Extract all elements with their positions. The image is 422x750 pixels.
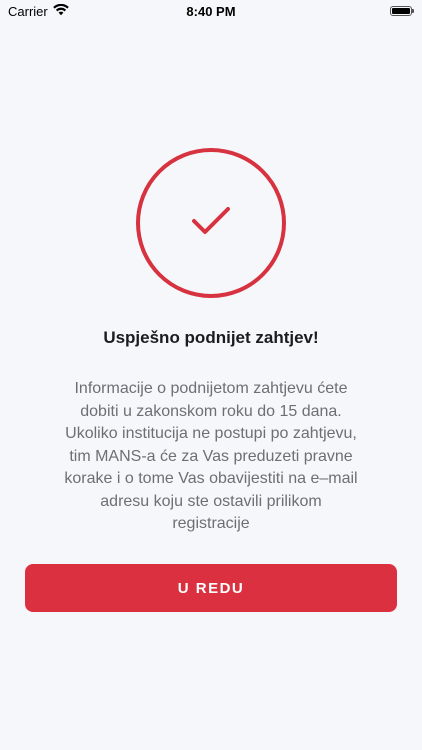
message-line: Informacije o podnijetom zahtjevu ćete — [74, 380, 348, 397]
battery-fill — [392, 8, 410, 14]
battery-icon — [390, 6, 414, 16]
battery-cap — [412, 9, 414, 13]
message-line: tim MANS-a će za Vas preduzeti pravne — [69, 447, 353, 465]
message-line: Ukoliko institucija ne postupi po zahtje… — [65, 425, 357, 442]
status-bar: Carrier 8:40 PM — [0, 0, 422, 22]
message-line: adresu koju ste ostavili prilikom — [100, 492, 322, 510]
ok-button[interactable]: U REDU — [25, 564, 397, 612]
message-line: registracije — [172, 515, 250, 532]
status-time: 8:40 PM — [186, 4, 236, 19]
success-circle — [136, 148, 286, 298]
success-message: Informacije o podnijetom zahtjevu ćete d… — [40, 378, 382, 536]
success-title: Uspješno podnijet zahtjev! — [103, 328, 319, 347]
message-line: korake i o tome Vas obavijestiti na e–ma… — [64, 470, 358, 487]
checkmark-icon — [191, 206, 231, 241]
message-line: dobiti u zakonskom roku do 15 dana. — [80, 402, 342, 420]
